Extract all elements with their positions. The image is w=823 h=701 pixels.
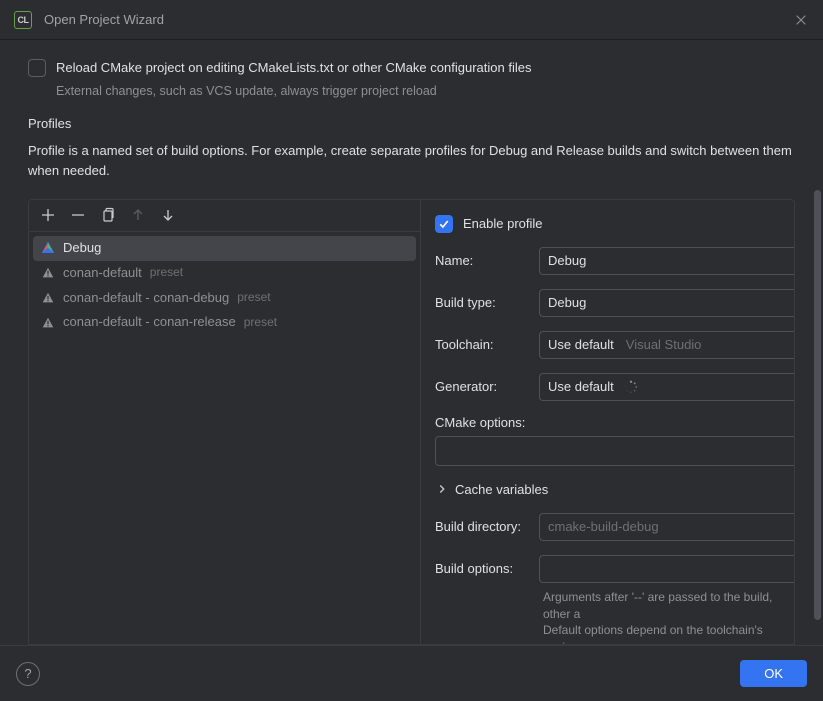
scrollbar[interactable]: [813, 190, 823, 645]
warning-icon: [41, 316, 55, 330]
enable-profile-label: Enable profile: [463, 216, 543, 231]
cache-variables-label: Cache variables: [455, 482, 548, 497]
profile-row-label: conan-default - conan-release: [63, 314, 236, 331]
app-icon: CL: [14, 11, 32, 29]
cmake-options-input[interactable]: [435, 436, 794, 466]
toolchain-ghost: Visual Studio: [626, 337, 702, 352]
generator-label: Generator:: [435, 379, 531, 394]
reload-subnote: External changes, such as VCS update, al…: [56, 84, 795, 98]
help-button[interactable]: ?: [16, 662, 40, 686]
add-icon[interactable]: [39, 206, 57, 224]
generator-select[interactable]: Use default: [539, 373, 794, 401]
close-icon[interactable]: [793, 12, 809, 28]
generator-value: Use default: [548, 379, 614, 394]
profile-form: Enable profile Name: Build type: Toolcha…: [421, 200, 794, 644]
warning-icon: [41, 291, 55, 305]
reload-checkbox-label: Reload CMake project on editing CMakeLis…: [56, 58, 531, 78]
move-down-icon[interactable]: [159, 206, 177, 224]
profile-row-label: Debug: [63, 240, 101, 257]
profile-row[interactable]: conan-default - conan-debug preset: [33, 286, 416, 311]
build-directory-label: Build directory:: [435, 519, 531, 534]
warning-icon: [41, 266, 55, 280]
copy-icon[interactable]: [99, 206, 117, 224]
cmake-icon: [41, 241, 55, 255]
toolchain-select[interactable]: Use default Visual Studio: [539, 331, 794, 359]
preset-tag: preset: [244, 315, 277, 331]
preset-tag: preset: [237, 290, 270, 306]
ok-button[interactable]: OK: [740, 660, 807, 687]
profile-row[interactable]: Debug: [33, 236, 416, 261]
enable-profile-checkbox[interactable]: [435, 215, 453, 233]
toolchain-label: Toolchain:: [435, 337, 531, 352]
build-type-select[interactable]: [539, 289, 794, 317]
scrollbar-thumb[interactable]: [814, 190, 821, 620]
preset-tag: preset: [150, 265, 183, 281]
move-up-icon: [129, 206, 147, 224]
build-options-label: Build options:: [435, 561, 531, 576]
remove-icon[interactable]: [69, 206, 87, 224]
build-options-hint-2: Default options depend on the toolchain'…: [543, 622, 794, 644]
reload-checkbox[interactable]: [28, 59, 46, 77]
cache-variables-expander[interactable]: Cache variables: [435, 480, 794, 499]
profile-row-label: conan-default: [63, 265, 142, 282]
loading-spinner-icon: [624, 380, 638, 394]
window-title: Open Project Wizard: [44, 12, 164, 27]
profile-row[interactable]: conan-default preset: [33, 261, 416, 286]
build-options-input[interactable]: [539, 555, 794, 583]
profiles-toolbar: [29, 200, 420, 232]
toolchain-value: Use default: [548, 337, 614, 352]
build-type-label: Build type:: [435, 295, 531, 310]
profiles-heading: Profiles: [28, 116, 795, 131]
profiles-description: Profile is a named set of build options.…: [28, 141, 795, 181]
profile-row-label: conan-default - conan-debug: [63, 290, 229, 307]
cmake-options-label: CMake options:: [435, 415, 794, 430]
chevron-right-icon: [435, 482, 449, 496]
name-input[interactable]: [539, 247, 794, 275]
profiles-left-pane: Debugconan-defaultpresetconan-default - …: [29, 200, 421, 644]
profile-row[interactable]: conan-default - conan-release preset: [33, 310, 416, 335]
profile-list: Debugconan-defaultpresetconan-default - …: [29, 232, 420, 644]
build-directory-input[interactable]: [539, 513, 794, 541]
name-label: Name:: [435, 253, 531, 268]
titlebar: CL Open Project Wizard: [0, 0, 823, 40]
build-options-hint-1: Arguments after '--' are passed to the b…: [543, 589, 794, 623]
